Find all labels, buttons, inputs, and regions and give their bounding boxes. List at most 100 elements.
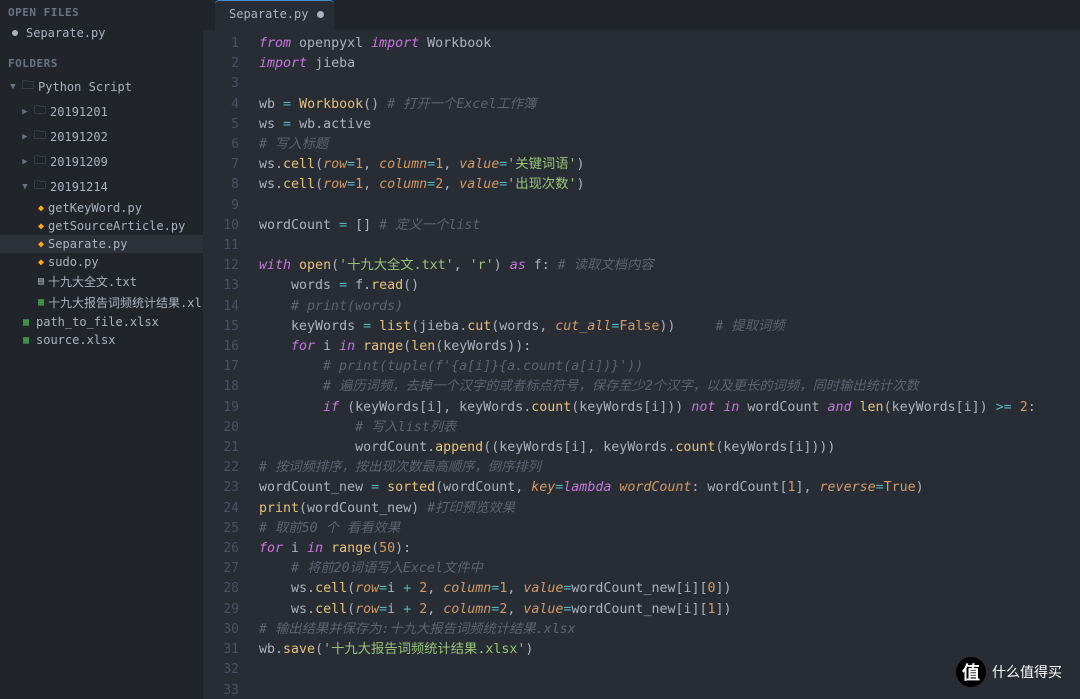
folder-item[interactable]: ▶🗀20191202 [0, 124, 203, 149]
folder-root[interactable]: ▼ 🗀 Python Script [0, 74, 203, 99]
file-label: Separate.py [48, 237, 127, 251]
file-label: 十九大全文.txt [48, 273, 137, 290]
line-number: 32 [203, 660, 239, 680]
chevron-down-icon: ▼ [8, 82, 18, 92]
watermark: 值 什么值得买 [956, 657, 1062, 687]
code-line[interactable]: import jieba [259, 54, 1080, 74]
chevron-right-icon: ▶ [20, 132, 30, 142]
line-number: 12 [203, 256, 239, 276]
file-item[interactable]: ◆ getSourceArticle.py [0, 217, 203, 235]
code-line[interactable]: from openpyxl import Workbook [259, 34, 1080, 54]
file-item[interactable]: ◆sudo.py [0, 253, 203, 271]
chevron-down-icon: ▼ [20, 182, 30, 192]
code-line[interactable]: if (keyWords[i], keyWords.count(keyWords… [259, 398, 1080, 418]
code-line[interactable] [259, 74, 1080, 94]
folders-header: FOLDERS [0, 51, 203, 74]
python-icon: ◆ [38, 203, 44, 214]
code-content[interactable]: from openpyxl import Workbookimport jieb… [247, 30, 1080, 699]
file-label: sudo.py [48, 255, 99, 269]
tab-bar: Separate.py [203, 0, 1080, 30]
line-number: 11 [203, 236, 239, 256]
watermark-icon: 值 [956, 657, 986, 687]
code-line[interactable]: wordCount = [] # 定义一个list [259, 216, 1080, 236]
code-area[interactable]: 1234567891011121314151617181920212223242… [203, 30, 1080, 699]
line-gutter: 1234567891011121314151617181920212223242… [203, 30, 247, 699]
watermark-text: 什么值得买 [992, 662, 1062, 682]
file-label: 十九大报告词频统计结果.xlsx [48, 294, 203, 311]
line-number: 6 [203, 135, 239, 155]
code-line[interactable]: # 遍历词频，去掉一个汉字的或者标点符号，保存至少2个汉字，以及更长的词频，同时… [259, 377, 1080, 397]
folder-label: 20191202 [50, 130, 108, 144]
tab-label: Separate.py [229, 7, 308, 21]
line-number: 4 [203, 95, 239, 115]
folder-label: 20191201 [50, 105, 108, 119]
line-number: 17 [203, 357, 239, 377]
code-line[interactable]: wordCount_new = sorted(wordCount, key=la… [259, 478, 1080, 498]
line-number: 8 [203, 175, 239, 195]
file-label: source.xlsx [36, 333, 115, 347]
editor: Separate.py 1234567891011121314151617181… [203, 0, 1080, 699]
code-line[interactable] [259, 196, 1080, 216]
modified-dot-icon [12, 30, 18, 36]
folder-icon: 🗀 [34, 176, 46, 197]
code-line[interactable]: # print(words) [259, 297, 1080, 317]
line-number: 29 [203, 600, 239, 620]
code-line[interactable]: print(wordCount_new) #打印预览效果 [259, 499, 1080, 519]
line-number: 9 [203, 196, 239, 216]
file-item[interactable]: ▤ 十九大全文.txt [0, 271, 203, 292]
line-number: 1 [203, 34, 239, 54]
code-line[interactable]: with open('十九大全文.txt', 'r') as f: # 读取文档… [259, 256, 1080, 276]
code-line[interactable] [259, 236, 1080, 256]
code-line[interactable]: # 写入list列表 [259, 418, 1080, 438]
line-number: 5 [203, 115, 239, 135]
code-line[interactable]: # 取前50 个 看看效果 [259, 519, 1080, 539]
line-number: 18 [203, 377, 239, 397]
line-number: 15 [203, 317, 239, 337]
file-item[interactable]: ▦path_to_file.xlsx [0, 313, 203, 331]
line-number: 21 [203, 438, 239, 458]
chevron-right-icon: ▶ [20, 157, 30, 167]
tab-separate[interactable]: Separate.py [215, 0, 334, 30]
text-icon: ▤ [38, 276, 44, 287]
folder-item[interactable]: ▶🗀20191209 [0, 149, 203, 174]
code-line[interactable]: # 将前20词语写入Excel文件中 [259, 559, 1080, 579]
line-number: 31 [203, 640, 239, 660]
code-line[interactable]: words = f.read() [259, 276, 1080, 296]
python-icon: ◆ [38, 221, 44, 232]
code-line[interactable]: wordCount.append((keyWords[i], keyWords.… [259, 438, 1080, 458]
code-line[interactable]: # 写入标题 [259, 135, 1080, 155]
code-line[interactable]: # 按词频排序，按出现次数最高顺序，倒序排列 [259, 458, 1080, 478]
folder-item[interactable]: ▶🗀20191201 [0, 99, 203, 124]
line-number: 19 [203, 398, 239, 418]
file-item[interactable]: ◆ getKeyWord.py [0, 199, 203, 217]
sidebar: OPEN FILES Separate.py FOLDERS ▼ 🗀 Pytho… [0, 0, 203, 699]
code-line[interactable]: ws.cell(row=1, column=2, value='出现次数') [259, 175, 1080, 195]
open-files-header: OPEN FILES [0, 0, 203, 23]
code-line[interactable]: wb = Workbook() # 打开一个Excel工作簿 [259, 95, 1080, 115]
line-number: 28 [203, 579, 239, 599]
code-line[interactable]: ws.cell(row=i + 2, column=2, value=wordC… [259, 600, 1080, 620]
file-item[interactable]: ▦source.xlsx [0, 331, 203, 349]
line-number: 22 [203, 458, 239, 478]
code-line[interactable]: ws = wb.active [259, 115, 1080, 135]
code-line[interactable]: for i in range(len(keyWords)): [259, 337, 1080, 357]
code-line[interactable]: ws.cell(row=1, column=1, value='关键词语') [259, 155, 1080, 175]
file-item[interactable]: ◆Separate.py [0, 235, 203, 253]
code-line[interactable]: # 输出结果并保存为:十九大报告词频统计结果.xlsx [259, 620, 1080, 640]
line-number: 23 [203, 478, 239, 498]
file-item[interactable]: ▦十九大报告词频统计结果.xlsx [0, 292, 203, 313]
open-file-item[interactable]: Separate.py [0, 23, 203, 43]
line-number: 27 [203, 559, 239, 579]
file-label: path_to_file.xlsx [36, 315, 159, 329]
code-line[interactable]: keyWords = list(jieba.cut(words, cut_all… [259, 317, 1080, 337]
file-label: getKeyWord.py [48, 201, 142, 215]
line-number: 33 [203, 681, 239, 699]
chevron-right-icon: ▶ [20, 107, 30, 117]
line-number: 2 [203, 54, 239, 74]
line-number: 20 [203, 418, 239, 438]
code-line[interactable]: # print(tuple(f'{a[i]}{a.count(a[i])}')) [259, 357, 1080, 377]
code-line[interactable]: ws.cell(row=i + 2, column=1, value=wordC… [259, 579, 1080, 599]
code-line[interactable]: for i in range(50): [259, 539, 1080, 559]
file-label: getSourceArticle.py [48, 219, 185, 233]
folder-item[interactable]: ▼🗀20191214 [0, 174, 203, 199]
